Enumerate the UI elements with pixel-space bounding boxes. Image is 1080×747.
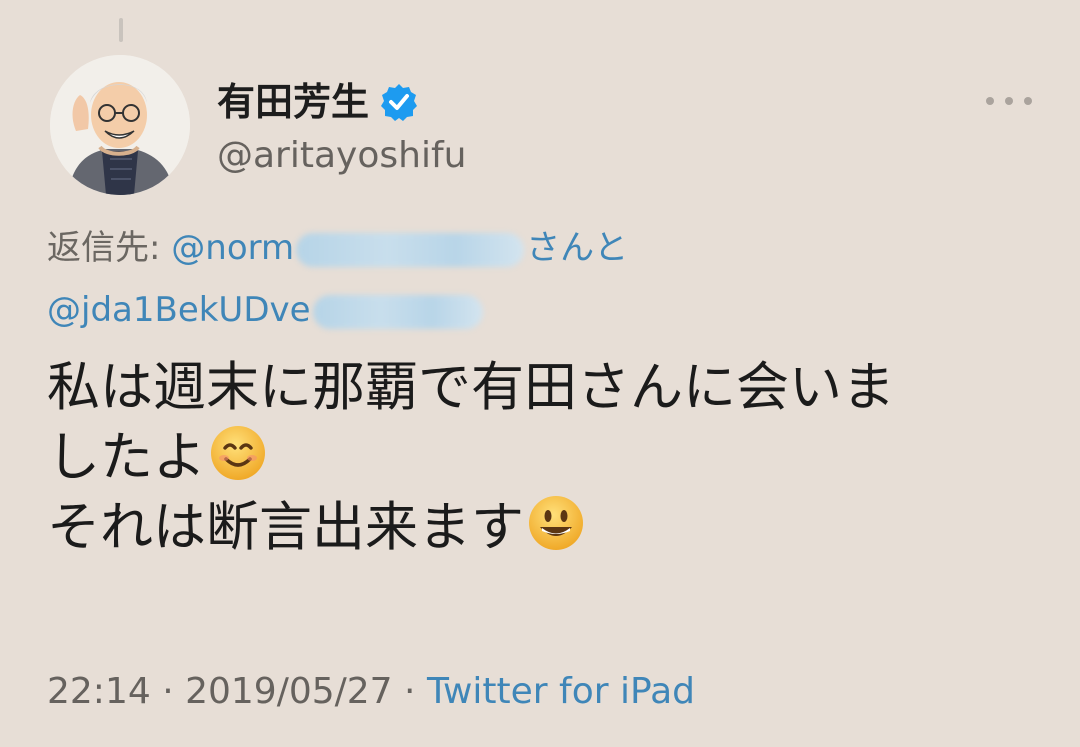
more-dot: [1005, 97, 1013, 105]
reply-joiner: さんと: [526, 228, 629, 268]
author-display-name[interactable]: 有田芳生: [217, 78, 369, 126]
tweet-source-link[interactable]: Twitter for iPad: [427, 671, 695, 712]
more-dot: [986, 97, 994, 105]
redacted-username-blur: [312, 294, 483, 329]
tweet-text-line: 私は週末に那覇で有田さんに会いま: [47, 353, 1037, 423]
tweet-date[interactable]: 2019/05/27: [185, 671, 393, 712]
tweet-time[interactable]: 22:14: [47, 671, 151, 712]
metadata-separator: ·: [150, 671, 186, 712]
avatar-illustration: [50, 55, 190, 195]
tweet-text-segment: したよ: [47, 427, 206, 488]
reply-prefix: 返信先:: [47, 228, 172, 268]
tweet-metadata: 22:14 · 2019/05/27 · Twitter for iPad: [47, 668, 695, 716]
more-dot: [1024, 97, 1032, 105]
thread-connector-line: [119, 18, 123, 42]
author-handle[interactable]: @aritayoshifu: [217, 134, 466, 178]
reply-context-second-line: @jda1BekUDve: [47, 288, 485, 332]
metadata-separator: ·: [392, 671, 427, 712]
redacted-username-blur: [296, 232, 525, 267]
more-options-icon[interactable]: [986, 90, 1032, 112]
tweet-text-line: したよ: [47, 423, 1037, 493]
tweet-text-line: それは断言出来ます: [47, 493, 1037, 563]
tweet-text-segment: 私は週末に那覇で有田さんに会いま: [47, 357, 895, 418]
author-name-row[interactable]: 有田芳生: [217, 78, 419, 126]
smiling-face-with-smiling-eyes-icon: [211, 426, 265, 480]
tweet-body: 私は週末に那覇で有田さんに会いま したよ それは断言出来ます: [47, 353, 1037, 563]
reply-mention-1[interactable]: @norm: [171, 228, 294, 268]
verified-badge-icon: [381, 84, 418, 121]
reply-mention-2[interactable]: @jda1BekUDve: [47, 290, 311, 330]
reply-context: 返信先: @norm さんと: [47, 226, 628, 270]
grinning-face-icon: [529, 496, 583, 550]
author-avatar[interactable]: [50, 55, 190, 195]
tweet-text-segment: それは断言出来ます: [47, 497, 524, 558]
